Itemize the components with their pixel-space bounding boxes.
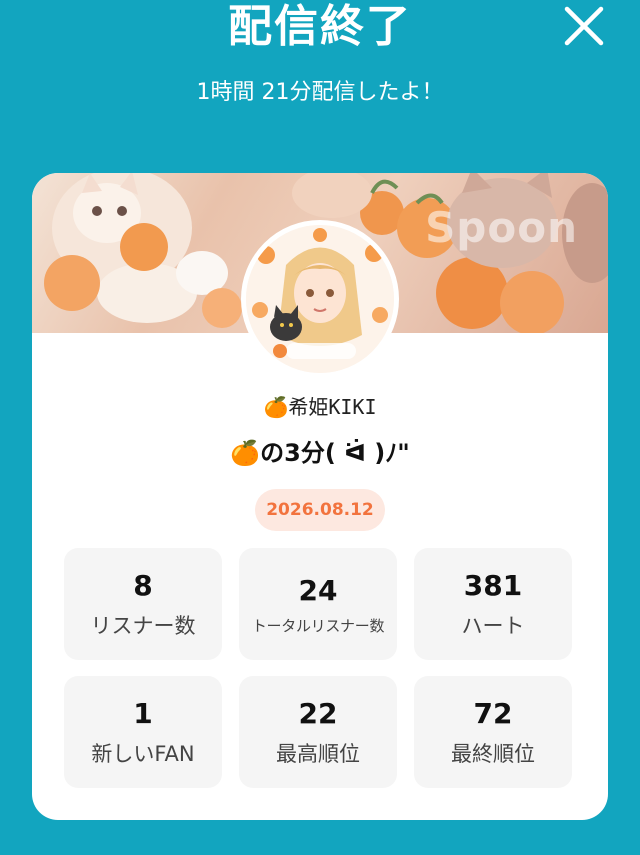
- stat-label: 新しいFAN: [91, 742, 195, 766]
- stat-label: 最高順位: [276, 742, 360, 766]
- stream-summary-card: Spoon 🍊希姫KIKI 🍊の3分(ᐛ)ﾉ" 2026.08.12 8 リ…: [32, 173, 608, 820]
- stat-highest-rank: 22 最高順位: [239, 676, 397, 788]
- stat-total-listeners: 24 トータルリスナー数: [239, 548, 397, 660]
- stat-value: 24: [298, 573, 338, 607]
- stat-value: 72: [473, 697, 513, 730]
- avatar-illustration: [246, 225, 394, 373]
- stat-value: 381: [463, 569, 523, 602]
- stream-end-screen: 配信終了 1時間 21分配信したよ！ Spoon 🍊希姫KIKI 🍊の3分(ᐛ…: [0, 0, 640, 855]
- stats-grid: 8 リスナー数 24 トータルリスナー数 381 ハート 1 新しいFAN 22…: [64, 548, 572, 788]
- stat-label: 最終順位: [451, 742, 535, 766]
- stat-label: トータルリスナー数: [251, 616, 385, 635]
- stream-title: 🍊の3分( ᐛ )ﾉ": [230, 439, 410, 467]
- stat-value: 1: [133, 697, 153, 730]
- close-button[interactable]: [562, 4, 606, 48]
- stat-hearts: 381 ハート: [414, 548, 572, 660]
- stat-label: リスナー数: [90, 614, 196, 638]
- stat-listeners: 8 リスナー数: [64, 548, 222, 660]
- stat-final-rank: 72 最終順位: [414, 676, 572, 788]
- stream-duration-text: 1時間 21分配信したよ！: [196, 80, 444, 105]
- spoon-watermark: Spoon: [425, 203, 578, 252]
- stat-new-fans: 1 新しいFAN: [64, 676, 222, 788]
- close-icon: [564, 6, 604, 46]
- stat-value: 8: [133, 569, 153, 602]
- avatar[interactable]: [241, 220, 399, 378]
- date-badge: 2026.08.12: [255, 489, 385, 531]
- username: 🍊希姫KIKI: [263, 395, 377, 419]
- stat-label: ハート: [461, 614, 525, 638]
- page-title: 配信終了: [228, 1, 412, 52]
- stat-value: 22: [298, 697, 338, 730]
